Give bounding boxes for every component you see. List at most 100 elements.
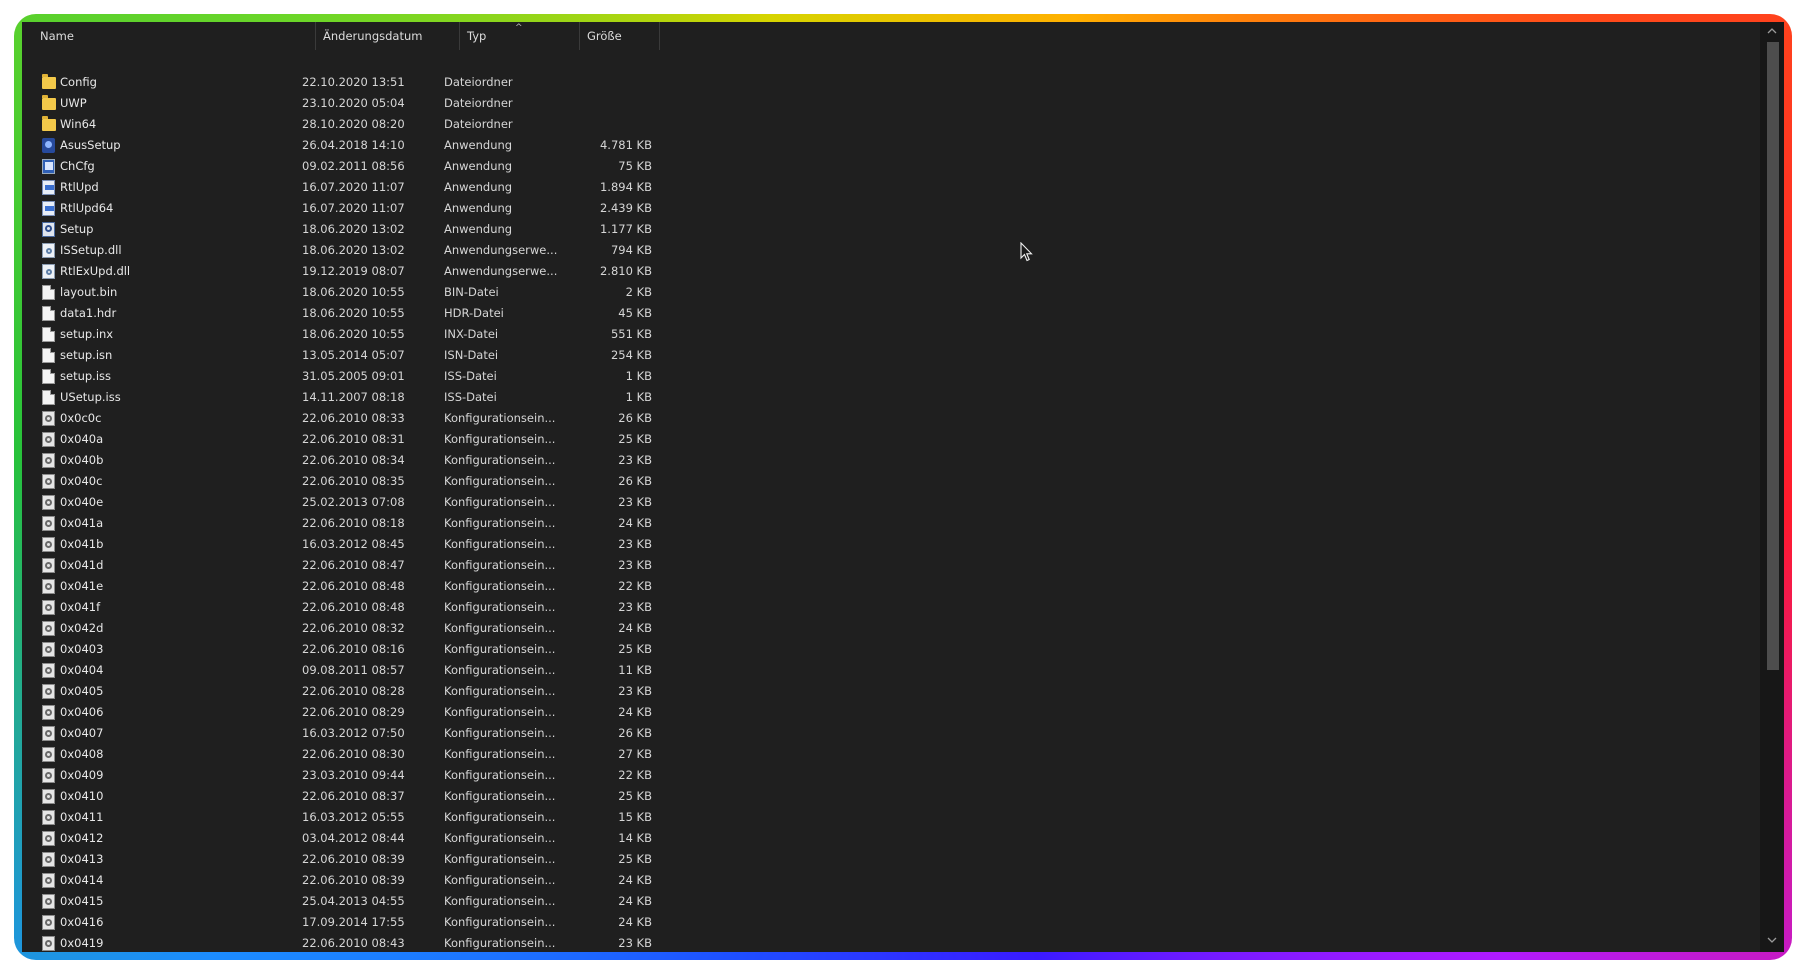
file-row[interactable]: AsusSetup 26.04.2018 14:10 Anwendung 4.781 … <box>22 135 1760 156</box>
config-icon <box>42 600 55 615</box>
config-icon <box>42 432 55 447</box>
file-row[interactable]: setup.iss 31.05.2005 09:01 ISS-Datei 1 KB <box>22 366 1760 387</box>
file-row[interactable]: data1.hdr 18.06.2020 10:55 HDR-Datei 45 KB <box>22 303 1760 324</box>
file-row[interactable]: setup.inx 18.06.2020 10:55 INX-Datei 551 KB <box>22 324 1760 345</box>
vertical-scrollbar[interactable] <box>1760 22 1784 952</box>
column-header-name[interactable]: Name <box>22 22 316 50</box>
file-modified-date: 18.06.2020 10:55 <box>302 306 405 320</box>
file-row[interactable]: 0x041f 22.06.2010 08:48 Konfigurationsein.… <box>22 597 1760 618</box>
file-icon-cell <box>40 555 58 576</box>
file-row[interactable]: 0x0c0c 22.06.2010 08:33 Konfigurationsein.… <box>22 408 1760 429</box>
file-row[interactable]: RtlUpd 16.07.2020 11:07 Anwendung 1.894 KB <box>22 177 1760 198</box>
file-row[interactable]: Setup 18.06.2020 13:02 Anwendung 1.177 KB <box>22 219 1760 240</box>
file-row[interactable]: setup.isn 13.05.2014 05:07 ISN-Datei 254 KB <box>22 345 1760 366</box>
column-header-size[interactable]: Größe <box>580 22 660 50</box>
file-row[interactable]: 0x0405 22.06.2010 08:28 Konfigurationsein.… <box>22 681 1760 702</box>
file-row[interactable]: 0x0410 22.06.2010 08:37 Konfigurationsein.… <box>22 786 1760 807</box>
file-type: Konfigurationsein... <box>444 726 556 740</box>
file-name: 0x041f <box>60 600 101 614</box>
file-row[interactable]: UWP 23.10.2020 05:04 Dateiordner <box>22 93 1760 114</box>
file-row[interactable]: 0x040a 22.06.2010 08:31 Konfigurationsein.… <box>22 429 1760 450</box>
file-type: Konfigurationsein... <box>444 537 556 551</box>
config-icon <box>42 852 55 867</box>
file-row[interactable]: 0x0409 23.03.2010 09:44 Konfigurationsein.… <box>22 765 1760 786</box>
file-name: 0x040b <box>60 453 104 467</box>
file-row[interactable]: 0x0403 22.06.2010 08:16 Konfigurationsein.… <box>22 639 1760 660</box>
file-type: Konfigurationsein... <box>444 684 556 698</box>
file-size: 11 KB <box>618 663 652 677</box>
file-row[interactable]: Win64 28.10.2020 08:20 Dateiordner <box>22 114 1760 135</box>
file-size: 1.177 KB <box>599 222 652 236</box>
config-icon <box>42 873 55 888</box>
file-row[interactable]: ChCfg 09.02.2011 08:56 Anwendung 75 KB <box>22 156 1760 177</box>
file-icon-cell <box>40 72 58 93</box>
file-size: 23 KB <box>618 453 652 467</box>
folder-icon <box>42 116 56 131</box>
file-row[interactable]: 0x040b 22.06.2010 08:34 Konfigurationsein.… <box>22 450 1760 471</box>
file-type: Konfigurationsein... <box>444 747 556 761</box>
file-type: Konfigurationsein... <box>444 894 556 908</box>
file-modified-date: 16.03.2012 07:50 <box>302 726 405 740</box>
file-modified-date: 03.04.2012 08:44 <box>302 831 405 845</box>
file-row[interactable]: 0x040e 25.02.2013 07:08 Konfigurationsein.… <box>22 492 1760 513</box>
file-icon-cell <box>40 723 58 744</box>
chevron-down-icon[interactable] <box>1760 934 1784 950</box>
file-icon-cell <box>40 198 58 219</box>
file-size: 15 KB <box>618 810 652 824</box>
file-row[interactable]: 0x0416 17.09.2014 17:55 Konfigurationsein.… <box>22 912 1760 933</box>
file-row[interactable]: Config 22.10.2020 13:51 Dateiordner <box>22 72 1760 93</box>
file-size: 2.439 KB <box>599 201 652 215</box>
file-row[interactable]: 0x041b 16.03.2012 08:45 Konfigurationsein.… <box>22 534 1760 555</box>
file-row[interactable]: 0x0414 22.06.2010 08:39 Konfigurationsein.… <box>22 870 1760 891</box>
file-type: Konfigurationsein... <box>444 789 556 803</box>
file-row[interactable]: USetup.iss 14.11.2007 08:18 ISS-Datei 1 KB <box>22 387 1760 408</box>
config-icon <box>42 747 55 762</box>
file-row[interactable]: 0x041d 22.06.2010 08:47 Konfigurationsein.… <box>22 555 1760 576</box>
file-name: RtlExUpd.dll <box>60 264 131 278</box>
file-row[interactable]: 0x0411 16.03.2012 05:55 Konfigurationsein.… <box>22 807 1760 828</box>
file-type: Konfigurationsein... <box>444 432 556 446</box>
file-row[interactable]: 0x0404 09.08.2011 08:57 Konfigurationsein.… <box>22 660 1760 681</box>
file-row[interactable]: 0x040c 22.06.2010 08:35 Konfigurationsein.… <box>22 471 1760 492</box>
file-type: Konfigurationsein... <box>444 936 556 950</box>
column-header-size-label: Größe <box>587 29 622 43</box>
file-row[interactable]: 0x0413 22.06.2010 08:39 Konfigurationsein.… <box>22 849 1760 870</box>
file-modified-date: 22.10.2020 13:51 <box>302 75 405 89</box>
scrollbar-thumb[interactable] <box>1767 42 1779 670</box>
file-name: 0x042d <box>60 621 104 635</box>
file-row[interactable]: 0x0406 22.06.2010 08:29 Konfigurationsein.… <box>22 702 1760 723</box>
file-row[interactable]: 0x0419 22.06.2010 08:43 Konfigurationsein.… <box>22 933 1760 952</box>
file-modified-date: 18.06.2020 10:55 <box>302 327 405 341</box>
file-row[interactable]: 0x041a 22.06.2010 08:18 Konfigurationsein.… <box>22 513 1760 534</box>
file-row[interactable]: 0x0407 16.03.2012 07:50 Konfigurationsein.… <box>22 723 1760 744</box>
file-row[interactable]: 0x0408 22.06.2010 08:30 Konfigurationsein.… <box>22 744 1760 765</box>
file-type: Konfigurationsein... <box>444 579 556 593</box>
file-name: Config <box>60 75 97 89</box>
file-row[interactable]: 0x0415 25.04.2013 04:55 Konfigurationsein.… <box>22 891 1760 912</box>
file-row[interactable]: RtlUpd64 16.07.2020 11:07 Anwendung 2.439 K… <box>22 198 1760 219</box>
column-header-date[interactable]: Änderungsdatum <box>316 22 460 50</box>
file-name: setup.isn <box>60 348 113 362</box>
file-row[interactable]: 0x0412 03.04.2012 08:44 Konfigurationsein.… <box>22 828 1760 849</box>
chevron-up-icon[interactable] <box>1760 24 1784 40</box>
file-name: 0x041e <box>60 579 104 593</box>
file-type: Konfigurationsein... <box>444 453 556 467</box>
file-size: 23 KB <box>618 495 652 509</box>
file-size: 23 KB <box>618 600 652 614</box>
column-header-type[interactable]: Typ ^ <box>460 22 580 50</box>
file-row[interactable]: 0x042d 22.06.2010 08:32 Konfigurationsein.… <box>22 618 1760 639</box>
file-row[interactable]: 0x041e 22.06.2010 08:48 Konfigurationsein.… <box>22 576 1760 597</box>
file-row[interactable]: layout.bin 18.06.2020 10:55 BIN-Datei 2 KB <box>22 282 1760 303</box>
file-size: 1 KB <box>625 390 652 404</box>
file-type: Dateiordner <box>444 75 513 89</box>
file-size: 75 KB <box>618 159 652 173</box>
file-modified-date: 18.06.2020 13:02 <box>302 243 405 257</box>
file-name: 0x0408 <box>60 747 104 761</box>
file-row[interactable]: ISSetup.dll 18.06.2020 13:02 Anwendungserw… <box>22 240 1760 261</box>
file-size: 26 KB <box>618 411 652 425</box>
file-modified-date: 26.04.2018 14:10 <box>302 138 405 152</box>
file-icon-cell <box>40 744 58 765</box>
file-row[interactable]: RtlExUpd.dll 19.12.2019 08:07 Anwendungser… <box>22 261 1760 282</box>
folder-icon <box>42 95 56 110</box>
config-icon <box>42 789 55 804</box>
